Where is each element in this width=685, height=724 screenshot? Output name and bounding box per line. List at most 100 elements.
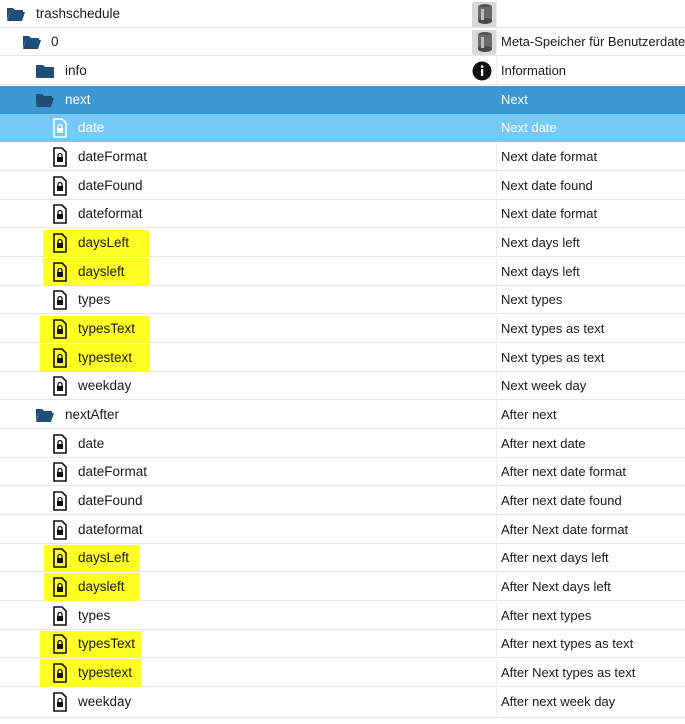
tree-node-label: dateformat: [78, 206, 143, 221]
tree-node-description: After next types: [501, 608, 592, 623]
tree-row-state[interactable]: typestext Next types as text: [0, 344, 685, 372]
tree-node-description: After Next days left: [501, 579, 611, 594]
tree-node-label: next: [65, 92, 91, 107]
tree-node-label: trashschedule: [36, 6, 121, 21]
tree-row-state[interactable]: types Next types: [0, 286, 685, 314]
lock-file-icon: [50, 491, 70, 511]
tree-node-label: info: [65, 63, 87, 78]
tree-node-label: typesText: [78, 636, 136, 651]
lock-file-icon: [50, 376, 70, 396]
tree-row-state[interactable]: dateFound After next date found: [0, 487, 685, 515]
tree-row-instance-0[interactable]: 0 Meta-Speicher für Benutzerdateien: [0, 28, 685, 56]
tree-node-description: Next types as text: [501, 321, 605, 336]
folder-open-icon: [6, 4, 26, 24]
tree-row-state[interactable]: typesText Next types as text: [0, 315, 685, 343]
object-tree: trashschedule 0 Meta-Speicher für Benutz…: [0, 0, 685, 724]
lock-file-icon: [50, 520, 70, 540]
tree-node-description: Next date: [501, 120, 557, 135]
lock-file-icon: [50, 634, 70, 654]
tree-node-description: After next: [501, 407, 557, 422]
tree-node-label: types: [78, 292, 111, 307]
tree-row-nextafter[interactable]: nextAfter After next: [0, 401, 685, 429]
tree-node-description: After next week day: [501, 694, 616, 709]
tree-node-description: Information: [501, 63, 567, 78]
tree-node-description: After next date: [501, 436, 586, 451]
tree-row-state[interactable]: types After next types: [0, 602, 685, 630]
tree-node-description: After next date format: [501, 464, 627, 479]
lock-file-icon: [50, 348, 70, 368]
tree-row-state[interactable]: weekday After next week day: [0, 688, 685, 718]
tree-node-description: Next: [501, 92, 528, 107]
tree-row-state[interactable]: dateFound Next date found: [0, 172, 685, 200]
folder-open-icon: [22, 32, 42, 52]
lock-file-icon: [50, 290, 70, 310]
tree-node-description: After Next types as text: [501, 665, 636, 680]
tree-row-state[interactable]: daysLeft Next days left: [0, 229, 685, 257]
database-icon[interactable]: [471, 29, 497, 56]
tree-row-state[interactable]: daysleft After Next days left: [0, 573, 685, 601]
tree-node-label: dateFound: [78, 178, 143, 193]
tree-node-label: dateFound: [78, 493, 143, 508]
tree-node-description: Next types: [501, 292, 563, 307]
tree-row-state[interactable]: daysleft Next days left: [0, 258, 685, 286]
tree-node-label: daysLeft: [78, 550, 130, 565]
tree-node-label: weekday: [78, 694, 132, 709]
tree-row-trashschedule[interactable]: trashschedule: [0, 0, 685, 28]
tree-node-description: Next days left: [501, 264, 580, 279]
tree-node-description: After Next date format: [501, 522, 629, 537]
tree-row-info[interactable]: info Information: [0, 57, 685, 85]
tree-node-label: weekday: [78, 378, 132, 393]
tree-node-label: nextAfter: [65, 407, 120, 422]
tree-node-label: dateformat: [78, 522, 143, 537]
tree-row-state[interactable]: dateFormat After next date format: [0, 458, 685, 486]
tree-row-state[interactable]: date Next date: [0, 114, 685, 142]
tree-node-label: 0: [51, 34, 59, 49]
lock-file-icon: [50, 262, 70, 282]
tree-node-description: After next days left: [501, 550, 609, 565]
tree-node-label: typestext: [78, 665, 133, 680]
lock-file-icon: [50, 548, 70, 568]
lock-file-icon: [50, 663, 70, 683]
info-icon[interactable]: [472, 61, 492, 81]
folder-open-icon: [35, 405, 55, 425]
tree-row-state[interactable]: dateformat Next date format: [0, 200, 685, 228]
tree-node-description: Next date format: [501, 206, 598, 221]
folder-open-icon: [35, 90, 55, 110]
tree-node-label: daysleft: [78, 264, 125, 279]
lock-file-icon: [50, 204, 70, 224]
tree-node-label: dateFormat: [78, 464, 148, 479]
lock-file-icon: [50, 319, 70, 339]
tree-node-label: date: [78, 120, 105, 135]
tree-row-state[interactable]: dateformat After Next date format: [0, 516, 685, 544]
tree-node-label: dateFormat: [78, 149, 148, 164]
tree-node-label: date: [78, 436, 105, 451]
lock-file-icon: [50, 434, 70, 454]
lock-file-icon: [50, 118, 70, 138]
tree-row-state[interactable]: daysLeft After next days left: [0, 544, 685, 572]
tree-row-state[interactable]: typestext After Next types as text: [0, 659, 685, 687]
tree-node-description: Meta-Speicher für Benutzerdateien: [501, 34, 685, 49]
tree-node-description: After next types as text: [501, 636, 634, 651]
tree-node-description: Next date format: [501, 149, 598, 164]
tree-row-state[interactable]: typesText After next types as text: [0, 630, 685, 658]
lock-file-icon: [50, 692, 70, 712]
tree-row-state[interactable]: weekday Next week day: [0, 372, 685, 400]
folder-closed-icon: [35, 61, 55, 81]
lock-file-icon: [50, 577, 70, 597]
database-icon[interactable]: [471, 1, 497, 28]
lock-file-icon: [50, 462, 70, 482]
tree-node-description: Next week day: [501, 378, 587, 393]
tree-node-label: typestext: [78, 350, 133, 365]
lock-file-icon: [50, 233, 70, 253]
tree-row-state[interactable]: date After next date: [0, 430, 685, 458]
tree-node-description: Next days left: [501, 235, 580, 250]
tree-node-label: daysleft: [78, 579, 125, 594]
lock-file-icon: [50, 176, 70, 196]
tree-row-next[interactable]: next Next: [0, 86, 685, 114]
tree-node-description: Next types as text: [501, 350, 605, 365]
lock-file-icon: [50, 147, 70, 167]
tree-row-state[interactable]: dateFormat Next date format: [0, 143, 685, 171]
lock-file-icon: [50, 606, 70, 626]
tree-node-label: daysLeft: [78, 235, 130, 250]
tree-node-description: Next date found: [501, 178, 593, 193]
